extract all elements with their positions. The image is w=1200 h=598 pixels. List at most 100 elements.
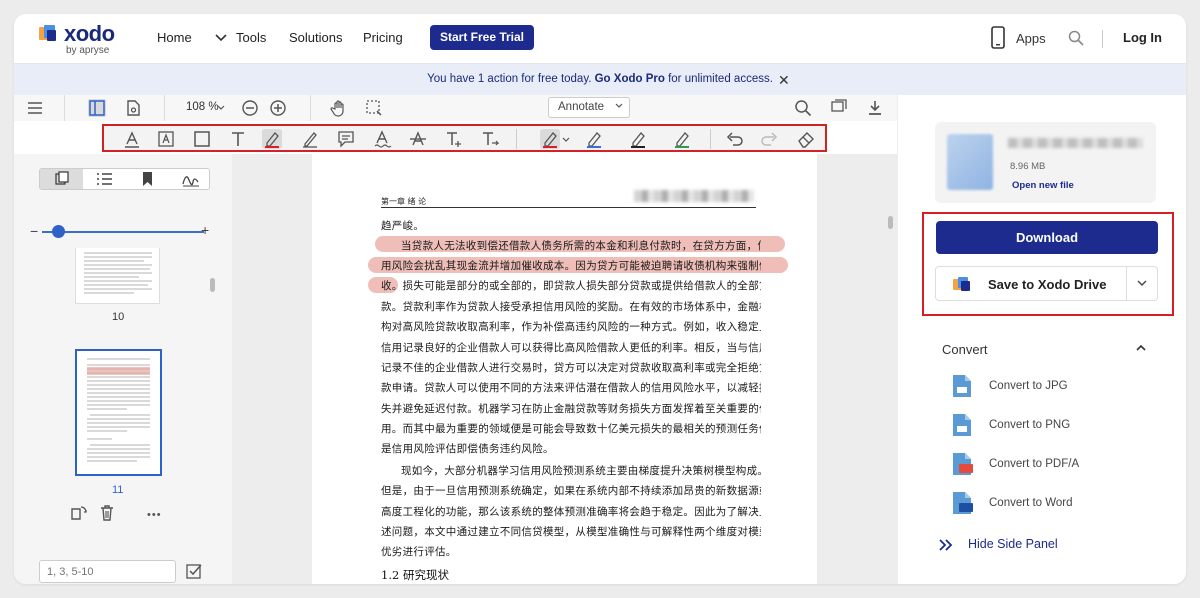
paragraph-line: 当贷款人无法收到偿还借款人债务所需的本金和利息付款时，在贷方方面，信: [401, 240, 761, 252]
paragraph-line: 趋严峻。: [381, 220, 425, 232]
strikeout-text-icon[interactable]: [408, 129, 428, 149]
redacted-header-text: [634, 190, 754, 202]
page-thumbnail[interactable]: [75, 248, 160, 304]
thumbnail-panel: − + 10 11 ••• 1, 3, 5-10: [14, 154, 232, 584]
eraser-icon[interactable]: [796, 129, 816, 149]
redo-icon[interactable]: [760, 129, 780, 149]
zoom-out-icon[interactable]: [241, 99, 259, 117]
marquee-select-icon[interactable]: [365, 99, 383, 117]
toolbar-divider: [310, 95, 311, 121]
apps-button[interactable]: Apps: [990, 26, 1062, 52]
start-free-trial-button[interactable]: Start Free Trial: [430, 25, 534, 50]
paragraph-line: 现如今，大部分机器学习信用风险预测系统主要由梯度提升决策树模型构成。: [401, 465, 761, 477]
comments-panel-icon[interactable]: [830, 99, 848, 117]
top-navigation: xodo by apryse Home Tools Solutions Pric…: [14, 14, 1186, 64]
insert-text-icon[interactable]: [444, 129, 464, 149]
free-text-icon[interactable]: [228, 129, 248, 149]
more-options-icon[interactable]: •••: [147, 509, 162, 521]
xodo-logo[interactable]: xodo by apryse: [38, 20, 128, 58]
panel-toggle-icon[interactable]: [88, 99, 106, 117]
thumbnail-scrollbar[interactable]: [210, 278, 215, 292]
zoom-in-icon[interactable]: [269, 99, 287, 117]
search-icon[interactable]: [1068, 30, 1084, 46]
document-scrollbar[interactable]: [888, 216, 893, 229]
document-viewport: 第一章 绪 论 趋严峻。 当贷款人无法收到偿还借款人债务所需的本金和利息付款时，…: [232, 154, 897, 584]
slider-handle[interactable]: [52, 225, 65, 238]
zoom-level[interactable]: 108 %: [186, 101, 219, 113]
highlighter-green-icon[interactable]: [672, 129, 692, 149]
go-pro-link[interactable]: Go Xodo Pro: [595, 73, 665, 85]
text-box-icon[interactable]: [156, 129, 176, 149]
convert-to-jpg-option[interactable]: Convert to JPG: [949, 373, 1149, 401]
paragraph-line: 失并避免延迟付款。机器学习在防止金融贷款等财务损失方面发挥着至关重要的作: [381, 403, 761, 415]
signatures-tab-icon[interactable]: [169, 169, 212, 189]
highlighter-active-icon[interactable]: [540, 129, 560, 149]
chevron-down-icon[interactable]: [1137, 279, 1147, 287]
thumb-zoom-in-button[interactable]: +: [201, 222, 209, 238]
convert-option-label: Convert to JPG: [989, 380, 1068, 392]
file-thumbnail: [947, 134, 993, 190]
paragraph-line: 高度工程化的功能，那么该系统的整体预测准确率将会趋于稳定。因此为了解决上: [381, 506, 761, 518]
convert-option-label: Convert to PNG: [989, 419, 1071, 431]
document-page: 第一章 绪 论 趋严峻。 当贷款人无法收到偿还借款人债务所需的本金和利息付款时，…: [312, 154, 817, 584]
download-button[interactable]: Download: [936, 221, 1158, 254]
hamburger-menu-icon[interactable]: [26, 99, 44, 117]
nav-pricing-link[interactable]: Pricing: [363, 30, 403, 45]
page-thumbnail-selected[interactable]: [75, 349, 162, 476]
thumbnail-text-lines: [84, 252, 152, 294]
highlight-pen-icon[interactable]: [262, 129, 282, 149]
banner-text-pre: You have: [427, 73, 478, 85]
page-number-label-selected: 11: [112, 484, 124, 496]
rotate-page-icon[interactable]: [69, 504, 87, 522]
download-icon[interactable]: [866, 99, 884, 117]
thumbnail-highlight: [87, 367, 150, 375]
paragraph-line: 优劣进行评估。: [381, 546, 457, 558]
app-window: xodo by apryse Home Tools Solutions Pric…: [14, 14, 1186, 584]
undo-icon[interactable]: [724, 129, 744, 149]
comment-note-icon[interactable]: [336, 129, 356, 149]
section-heading: 1.2 研究现状: [381, 568, 449, 582]
chevron-down-icon[interactable]: [562, 137, 570, 143]
page-range-input[interactable]: [39, 560, 176, 583]
file-settings-icon[interactable]: [124, 99, 142, 117]
freehand-pen-icon[interactable]: [300, 129, 320, 149]
highlighter-black-icon[interactable]: [628, 129, 648, 149]
replace-text-icon[interactable]: [480, 129, 500, 149]
open-new-file-link[interactable]: Open new file: [1012, 180, 1074, 191]
banner-close-button[interactable]: ✕: [778, 72, 790, 89]
thumbnails-tab-icon[interactable]: [40, 169, 83, 189]
mode-select-value: Annotate: [558, 101, 605, 113]
highlighter-blue-icon[interactable]: [584, 129, 604, 149]
hide-side-panel-button[interactable]: Hide Side Panel: [939, 536, 1139, 556]
rectangle-shape-icon[interactable]: [192, 129, 212, 149]
select-pages-checkbox-icon[interactable]: [185, 561, 205, 581]
hide-side-panel-label: Hide Side Panel: [968, 537, 1058, 551]
annotation-toolbar: [102, 124, 827, 152]
delete-page-icon[interactable]: [98, 504, 116, 522]
double-chevron-right-icon: [939, 539, 953, 551]
zoom-chevron-icon[interactable]: [217, 105, 225, 111]
logo-wordmark: xodo: [64, 21, 115, 46]
thumbnail-size-slider[interactable]: [42, 231, 204, 233]
nav-home-link[interactable]: Home: [157, 30, 192, 45]
chevron-up-icon[interactable]: [1135, 343, 1147, 353]
pan-hand-icon[interactable]: [330, 99, 348, 117]
underline-text-icon[interactable]: [122, 129, 142, 149]
convert-to-pdfa-option[interactable]: Convert to PDF/A: [949, 451, 1149, 479]
save-to-drive-button[interactable]: Save to Xodo Drive: [935, 266, 1158, 301]
paragraph-line: 构对高风险贷款收取高利率，作为补偿高违约风险的一种方式。例如，收入稳定且: [381, 321, 761, 333]
search-icon[interactable]: [794, 99, 812, 117]
outline-tab-icon[interactable]: [83, 169, 126, 189]
convert-to-word-option[interactable]: Convert to Word: [949, 490, 1149, 518]
mode-select[interactable]: Annotate: [548, 97, 630, 118]
nav-solutions-link[interactable]: Solutions: [289, 30, 342, 45]
squiggly-text-icon[interactable]: [372, 129, 392, 149]
thumb-zoom-out-button[interactable]: −: [30, 223, 38, 239]
png-file-icon: [953, 414, 971, 436]
login-link[interactable]: Log In: [1123, 30, 1162, 45]
nav-tools-menu[interactable]: Tools: [214, 30, 274, 48]
convert-section-title[interactable]: Convert: [942, 342, 988, 357]
bookmarks-tab-icon[interactable]: [126, 169, 169, 189]
convert-to-png-option[interactable]: Convert to PNG: [949, 412, 1149, 440]
banner-text-mid: action for free today.: [484, 73, 595, 85]
